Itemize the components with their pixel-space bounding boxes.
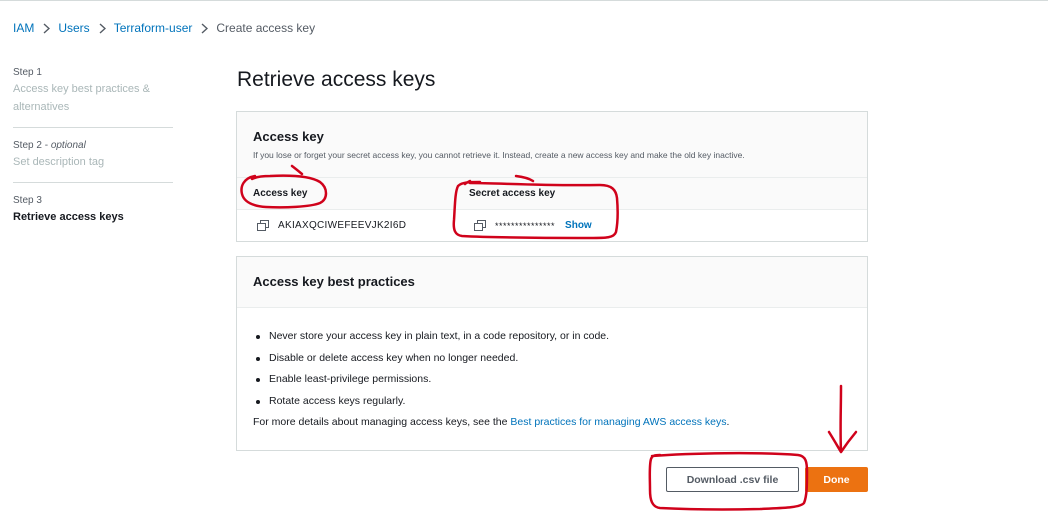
- best-practices-title: Access key best practices: [253, 274, 415, 289]
- done-button[interactable]: Done: [805, 467, 868, 492]
- access-key-cell: AKIAXQCIWEFEEVJK2I6D: [257, 220, 406, 231]
- chevron-right-icon: [99, 22, 106, 34]
- best-practices-link[interactable]: Best practices for managing AWS access k…: [510, 416, 726, 428]
- list-item: Enable least-privilege permissions.: [253, 369, 851, 391]
- step-2-optional: optional: [50, 140, 86, 151]
- best-practices-note: For more details about managing access k…: [253, 416, 851, 428]
- secret-key-cell: *************** Show: [474, 220, 592, 231]
- column-access-key: Access key: [253, 188, 308, 199]
- best-practices-panel: Access key best practices Never store yo…: [236, 256, 868, 451]
- breadcrumb-users[interactable]: Users: [58, 21, 89, 35]
- step-divider: [13, 182, 173, 183]
- note-prefix: For more details about managing access k…: [253, 416, 511, 428]
- access-key-value: AKIAXQCIWEFEEVJK2I6D: [278, 220, 407, 231]
- step-1-title: Access key best practices & alternatives: [13, 83, 150, 113]
- download-csv-button[interactable]: Download .csv file: [666, 467, 799, 492]
- chevron-right-icon: [201, 22, 209, 34]
- access-key-panel-title: Access key: [253, 129, 324, 144]
- chevron-right-icon: [43, 22, 51, 34]
- keys-table-row: AKIAXQCIWEFEEVJK2I6D *************** Sho…: [237, 211, 867, 241]
- step-2-number: Step 2 - optional: [13, 139, 173, 153]
- show-secret-link[interactable]: Show: [565, 220, 592, 231]
- copy-icon[interactable]: [257, 220, 269, 231]
- step-2-label: Step 2 -: [13, 140, 49, 151]
- step-3: Step 3 Retrieve access keys: [13, 194, 173, 237]
- best-practices-body: Never store your access key in plain tex…: [237, 308, 867, 428]
- list-item: Rotate access keys regularly.: [253, 391, 851, 413]
- breadcrumb-iam[interactable]: IAM: [13, 21, 34, 35]
- access-key-panel-description: If you lose or forget your secret access…: [253, 150, 745, 160]
- step-3-number: Step 3: [13, 195, 42, 206]
- note-suffix: .: [726, 416, 730, 428]
- step-3-title: Retrieve access keys: [13, 211, 124, 223]
- step-2: Step 2 - optional Set description tag: [13, 139, 173, 182]
- page-title: Retrieve access keys: [237, 68, 436, 91]
- best-practices-header: Access key best practices: [237, 257, 867, 308]
- step-2-title: Set description tag: [13, 156, 105, 168]
- top-divider: [0, 0, 1048, 1]
- secret-key-value: ***************: [495, 220, 556, 231]
- access-key-panel: Access key If you lose or forget your se…: [236, 111, 868, 242]
- keys-table-header: Access key Secret access key: [237, 178, 867, 210]
- step-1-number: Step 1: [13, 67, 42, 78]
- list-item: Disable or delete access key when no lon…: [253, 348, 851, 370]
- access-key-panel-header: Access key If you lose or forget your se…: [237, 112, 867, 178]
- list-item: Never store your access key in plain tex…: [253, 326, 851, 348]
- breadcrumb: IAM Users Terraform-user Create access k…: [13, 20, 315, 36]
- best-practices-list: Never store your access key in plain tex…: [253, 326, 851, 412]
- copy-icon[interactable]: [474, 220, 486, 231]
- step-1: Step 1 Access key best practices & alter…: [13, 66, 173, 127]
- column-secret-access-key: Secret access key: [469, 188, 556, 199]
- breadcrumb-current: Create access key: [216, 21, 316, 35]
- breadcrumb-terraform-user[interactable]: Terraform-user: [114, 21, 193, 35]
- step-divider: [13, 127, 173, 128]
- wizard-steps: Step 1 Access key best practices & alter…: [13, 66, 173, 237]
